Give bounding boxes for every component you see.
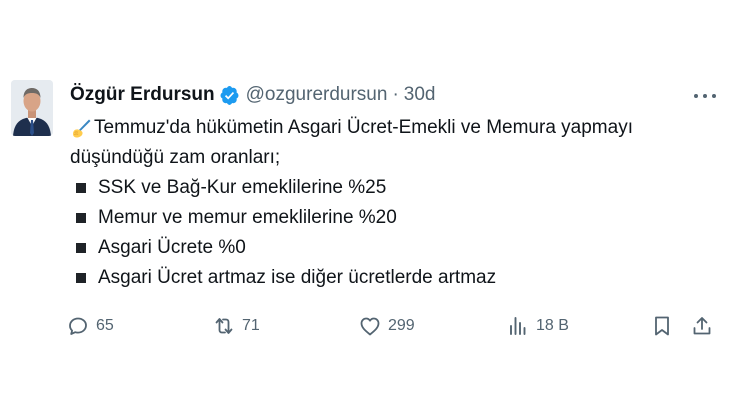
like-button[interactable]: 299	[358, 312, 415, 340]
views-button[interactable]: 18 B	[506, 312, 569, 340]
reply-icon	[69, 317, 87, 335]
tweet-intro-line: Temmuz'da hükümetin Asgari Ücret-Emekli …	[70, 113, 633, 143]
writing-hand-icon	[73, 119, 91, 138]
tweet-card: Özgür Erdursun @ozgurerdursun · 30d Temm…	[0, 0, 730, 420]
reply-button[interactable]: 65	[66, 312, 114, 340]
views-icon	[510, 317, 526, 335]
tweet-intro-text-2: düşündüğü zam oranları;	[70, 147, 281, 168]
bullet-square-icon	[76, 183, 86, 193]
share-button[interactable]	[690, 312, 714, 340]
tweet-header: Özgür Erdursun @ozgurerdursun · 30d	[70, 82, 435, 108]
heart-icon	[360, 317, 380, 336]
like-count: 299	[388, 317, 415, 334]
retweet-button[interactable]: 71	[212, 312, 260, 340]
bullet-square-icon	[76, 213, 86, 223]
reply-count: 65	[96, 317, 114, 334]
verified-badge-icon	[219, 85, 240, 106]
tweet-bullet-text: Asgari Ücret artmaz ise diğer ücretlerde…	[98, 267, 497, 288]
bullet-square-icon	[76, 243, 86, 253]
bookmark-icon	[655, 316, 669, 336]
tweet-intro-line: düşündüğü zam oranları;	[70, 143, 630, 173]
more-icon[interactable]	[694, 86, 716, 106]
tweet-actions-bar: 65 71 299 18 B	[60, 312, 720, 340]
tweet-bullet-item: Asgari Ücret artmaz ise diğer ücretlerde…	[70, 263, 630, 293]
share-icon	[693, 317, 711, 335]
separator-dot: ·	[392, 84, 399, 105]
views-count: 18 B	[536, 317, 569, 334]
tweet-intro-text-1: Temmuz'da hükümetin Asgari Ücret-Emekli …	[94, 117, 633, 138]
tweet-bullet-item: Memur ve memur emeklilerine %20	[70, 203, 630, 233]
avatar-image	[11, 80, 53, 136]
tweet-bullet-item: Asgari Ücrete %0	[70, 233, 630, 263]
author-name[interactable]: Özgür Erdursun	[70, 82, 215, 108]
tweet-bullet-text: Memur ve memur emeklilerine %20	[98, 207, 397, 228]
tweet-bullet-item: SSK ve Bağ-Kur emeklilerine %25	[70, 173, 630, 203]
tweet-text: Temmuz'da hükümetin Asgari Ücret-Emekli …	[70, 113, 633, 293]
retweet-icon	[215, 318, 233, 334]
avatar[interactable]	[11, 80, 53, 136]
author-handle[interactable]: @ozgurerdursun	[246, 82, 388, 108]
tweet-time[interactable]: 30d	[404, 82, 436, 108]
bullet-square-icon	[76, 273, 86, 283]
tweet-bullet-text: SSK ve Bağ-Kur emeklilerine %25	[98, 177, 387, 198]
retweet-count: 71	[242, 317, 260, 334]
bookmark-button[interactable]	[650, 312, 674, 340]
tweet-bullet-text: Asgari Ücrete %0	[98, 237, 246, 258]
